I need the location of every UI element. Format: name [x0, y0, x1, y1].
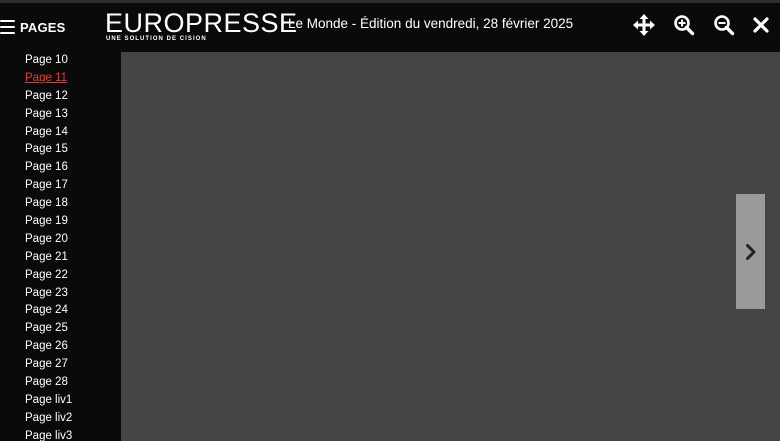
- page-link[interactable]: Page 20: [0, 231, 121, 249]
- page-link[interactable]: Page 18: [0, 195, 121, 213]
- logo-tagline: UNE SOLUTION DE CISION: [106, 36, 207, 42]
- page-link[interactable]: Page 14: [0, 124, 121, 142]
- page-link[interactable]: Page 26: [0, 338, 121, 356]
- pages-sidebar: Page 10 Page 11 Page 12 Page 13 Page 14 Page …: [0, 52, 121, 441]
- page-link[interactable]: Page 22: [0, 267, 121, 285]
- page-link[interactable]: Page 11: [0, 70, 121, 88]
- page-link[interactable]: Page 13: [0, 106, 121, 124]
- close-icon: [753, 17, 769, 33]
- page-link[interactable]: Page 17: [0, 177, 121, 195]
- page-link[interactable]: Page 24: [0, 302, 121, 320]
- page-link[interactable]: Page 25: [0, 320, 121, 338]
- zoom-out-icon: [714, 15, 735, 36]
- page-list: Page 10 Page 11 Page 12 Page 13 Page 14 Page …: [0, 52, 121, 441]
- move-icon: [633, 14, 655, 36]
- page-link[interactable]: Page 28: [0, 374, 121, 392]
- next-page-button[interactable]: [736, 194, 765, 309]
- page-link[interactable]: Page 23: [0, 285, 121, 303]
- page-link[interactable]: Page 19: [0, 213, 121, 231]
- hamburger-icon: [0, 20, 15, 34]
- page-link[interactable]: Page liv3: [0, 428, 121, 441]
- move-button[interactable]: [632, 13, 656, 37]
- zoom-out-button[interactable]: [712, 13, 736, 37]
- page-link[interactable]: Page 15: [0, 141, 121, 159]
- europresse-logo: EUROPRESSE UNE SOLUTION DE CISION: [105, 7, 297, 47]
- zoom-in-button[interactable]: [672, 13, 696, 37]
- zoom-in-icon: [674, 15, 695, 36]
- edition-title: Le Monde - Édition du vendredi, 28 févri…: [288, 16, 574, 31]
- page-viewer[interactable]: [121, 52, 780, 441]
- page-link[interactable]: Page liv2: [0, 410, 121, 428]
- page-link[interactable]: Page 27: [0, 356, 121, 374]
- pages-label: PAGES: [20, 19, 66, 35]
- page-link[interactable]: Page 21: [0, 249, 121, 267]
- header-bar: PAGES EUROPRESSE UNE SOLUTION DE CISION …: [0, 3, 780, 52]
- pages-menu-button[interactable]: PAGES: [0, 16, 66, 38]
- logo-wordmark: EUROPRESSE: [105, 8, 298, 38]
- page-link[interactable]: Page 16: [0, 159, 121, 177]
- chevron-right-icon: [745, 243, 755, 260]
- page-link[interactable]: Page liv1: [0, 392, 121, 410]
- page-link[interactable]: Page 10: [0, 52, 121, 70]
- close-button[interactable]: [749, 13, 773, 37]
- page-link[interactable]: Page 12: [0, 88, 121, 106]
